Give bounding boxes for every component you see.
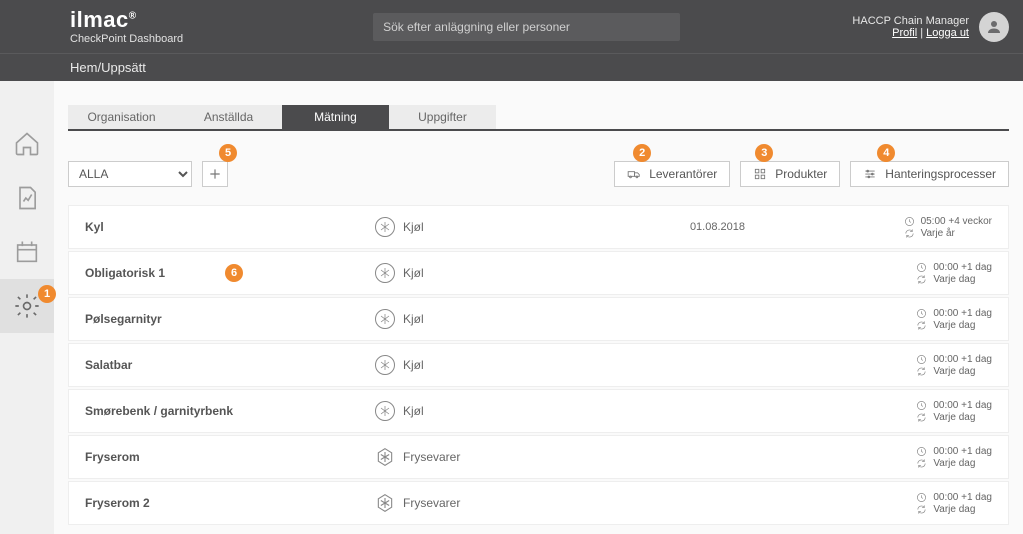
hex-snowflake-icon <box>375 493 395 513</box>
calendar-icon <box>13 238 41 266</box>
item-schedule: 00:00 +1 dag Varje dag <box>916 354 992 377</box>
filter-select[interactable]: ALLA <box>68 161 192 187</box>
annotation-1: 1 <box>38 285 56 303</box>
sidebar: 1 <box>0 81 54 534</box>
clock-icon <box>916 262 927 273</box>
sidebar-item-calendar[interactable] <box>12 237 42 267</box>
item-name: Fryserom <box>85 450 375 464</box>
refresh-icon <box>904 228 915 239</box>
tabs: Organisation Anställda Mätning Uppgifter <box>68 105 1009 131</box>
brand: ilmac® CheckPoint Dashboard <box>70 9 183 45</box>
item-name: Smørebenk / garnityrbenk <box>85 404 375 418</box>
annotation-4: 4 <box>877 144 895 162</box>
role-label: HACCP Chain Manager <box>852 15 969 27</box>
item-schedule: 00:00 +1 dag Varje dag <box>916 308 992 331</box>
search-input[interactable] <box>373 13 680 41</box>
annotation-2: 2 <box>633 144 651 162</box>
tab-matning[interactable]: Mätning <box>282 105 389 129</box>
annotation-5: 5 <box>219 144 237 162</box>
snowflake-icon <box>375 217 395 237</box>
app-header: ilmac® CheckPoint Dashboard HACCP Chain … <box>0 0 1023 53</box>
plus-icon <box>208 167 222 181</box>
user-meta: HACCP Chain Manager Profil | Logga ut <box>852 15 969 39</box>
tab-uppgifter[interactable]: Uppgifter <box>389 105 496 129</box>
list-item[interactable]: Fryserom Frysevarer 00:00 +1 dag Varje d… <box>68 435 1009 479</box>
avatar[interactable] <box>979 12 1009 42</box>
item-schedule: 05:00 +4 veckor Varje år <box>904 216 992 239</box>
item-type: Kjøl <box>375 401 645 421</box>
tab-organisation[interactable]: Organisation <box>68 105 175 129</box>
leverantorer-button[interactable]: Leverantörer 2 <box>614 161 730 187</box>
hantering-button[interactable]: Hanteringsprocesser 4 <box>850 161 1009 187</box>
list-item[interactable]: Kyl Kjøl 01.08.2018 05:00 +4 veckor Varj… <box>68 205 1009 249</box>
sliders-icon <box>863 167 877 181</box>
item-type: Kjøl <box>375 309 645 329</box>
list-item[interactable]: Salatbar Kjøl 00:00 +1 dag Varje dag <box>68 343 1009 387</box>
main-content: Organisation Anställda Mätning Uppgifter… <box>54 81 1023 534</box>
home-icon <box>13 130 41 158</box>
refresh-icon <box>916 504 927 515</box>
header-user-area: HACCP Chain Manager Profil | Logga ut <box>852 12 1009 42</box>
toolbar: ALLA 5 Leverantörer 2 Produkter 3 <box>68 161 1009 187</box>
snowflake-icon <box>375 401 395 421</box>
grid-icon <box>753 167 767 181</box>
measurement-list: Kyl Kjøl 01.08.2018 05:00 +4 veckor Varj… <box>68 205 1009 525</box>
tab-anstallda[interactable]: Anställda <box>175 105 282 129</box>
annotation-3: 3 <box>755 144 773 162</box>
report-icon <box>13 184 41 212</box>
snowflake-icon <box>375 309 395 329</box>
item-schedule: 00:00 +1 dag Varje dag <box>916 400 992 423</box>
user-icon <box>985 18 1003 36</box>
brand-subtitle: CheckPoint Dashboard <box>70 33 183 45</box>
refresh-icon <box>916 320 927 331</box>
item-schedule: 00:00 +1 dag Varje dag <box>916 492 992 515</box>
refresh-icon <box>916 274 927 285</box>
hex-snowflake-icon <box>375 447 395 467</box>
brand-logo: ilmac® <box>70 9 183 31</box>
produkter-button[interactable]: Produkter 3 <box>740 161 840 187</box>
list-item[interactable]: Smørebenk / garnityrbenk Kjøl 00:00 +1 d… <box>68 389 1009 433</box>
profile-link[interactable]: Profil <box>892 27 917 39</box>
breadcrumb-home[interactable]: Hem <box>70 60 97 75</box>
clock-icon <box>904 216 915 227</box>
item-type: Kjøl <box>375 217 645 237</box>
item-name: Kyl <box>85 220 375 234</box>
sidebar-item-settings[interactable]: 1 <box>12 291 42 321</box>
logout-link[interactable]: Logga ut <box>926 27 969 39</box>
item-schedule: 00:00 +1 dag Varje dag <box>916 446 992 469</box>
clock-icon <box>916 446 927 457</box>
item-type: Kjøl <box>375 263 645 283</box>
list-item[interactable]: Fryserom 2 Frysevarer 00:00 +1 dag Varje… <box>68 481 1009 525</box>
annotation-6: 6 <box>225 264 243 282</box>
list-item[interactable]: Pølsegarnityr Kjøl 00:00 +1 dag Varje da… <box>68 297 1009 341</box>
clock-icon <box>916 308 927 319</box>
item-date: 01.08.2018 <box>645 221 745 233</box>
item-name: Obligatorisk 16 <box>85 266 375 280</box>
item-name: Salatbar <box>85 358 375 372</box>
clock-icon <box>916 492 927 503</box>
gear-icon <box>13 292 41 320</box>
snowflake-icon <box>375 355 395 375</box>
refresh-icon <box>916 458 927 469</box>
refresh-icon <box>916 366 927 377</box>
sidebar-item-reports[interactable] <box>12 183 42 213</box>
truck-icon <box>627 167 641 181</box>
item-type: Frysevarer <box>375 447 645 467</box>
item-name: Pølsegarnityr <box>85 312 375 326</box>
breadcrumb-current: Uppsätt <box>101 60 146 75</box>
item-name: Fryserom 2 <box>85 496 375 510</box>
search-wrapper <box>373 13 680 41</box>
clock-icon <box>916 354 927 365</box>
add-button[interactable]: 5 <box>202 161 228 187</box>
item-type: Frysevarer <box>375 493 645 513</box>
item-type: Kjøl <box>375 355 645 375</box>
snowflake-icon <box>375 263 395 283</box>
clock-icon <box>916 400 927 411</box>
sidebar-item-home[interactable] <box>12 129 42 159</box>
item-schedule: 00:00 +1 dag Varje dag <box>916 262 992 285</box>
refresh-icon <box>916 412 927 423</box>
list-item[interactable]: Obligatorisk 16 Kjøl 00:00 +1 dag Varje … <box>68 251 1009 295</box>
breadcrumb: Hem / Uppsätt <box>0 53 1023 81</box>
